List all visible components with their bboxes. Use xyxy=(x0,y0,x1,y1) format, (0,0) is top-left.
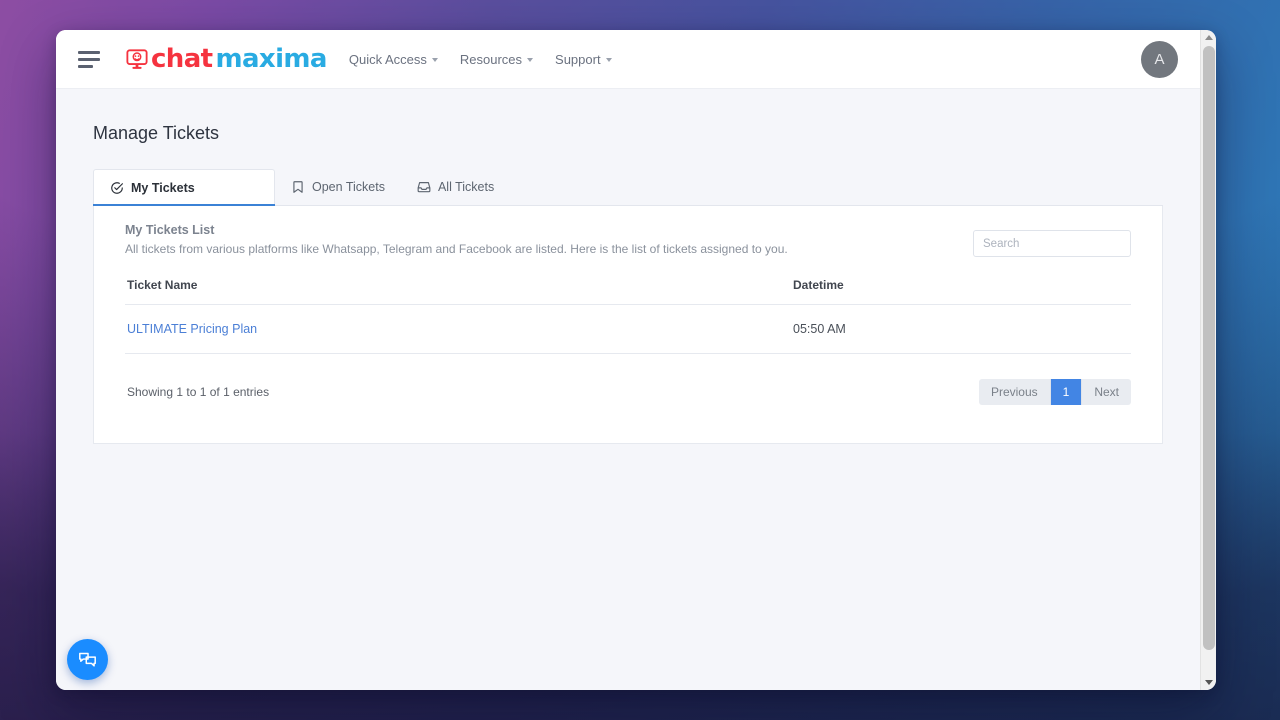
chevron-down-icon xyxy=(605,58,612,62)
main-content: Manage Tickets My Tickets Open Tickets A… xyxy=(56,89,1200,444)
scrollbar-thumb[interactable] xyxy=(1203,46,1215,650)
arrow-up-glyph xyxy=(1204,35,1213,40)
nav-links: Quick Access Resources Support xyxy=(349,52,612,67)
browser-window: chat maxima Quick Access Resources Suppor… xyxy=(56,30,1216,690)
tab-bar: My Tickets Open Tickets All Tickets xyxy=(93,169,1163,206)
logo-text-chat: chat xyxy=(151,44,213,74)
chat-widget-button[interactable] xyxy=(67,639,108,680)
chevron-down-icon xyxy=(527,58,534,62)
page-title: Manage Tickets xyxy=(93,123,220,143)
arrow-down-glyph xyxy=(1204,680,1213,685)
card-header-text: My Tickets List All tickets from various… xyxy=(125,223,788,256)
table-row: ULTIMATE Pricing Plan 05:50 AM xyxy=(125,304,1131,354)
tab-label: My Tickets xyxy=(131,180,195,195)
cell-datetime: 05:50 AM xyxy=(791,304,1131,354)
pagination-next-button[interactable]: Next xyxy=(1082,379,1131,405)
hamburger-menu-icon[interactable] xyxy=(78,50,104,68)
chevron-down-icon xyxy=(431,58,438,62)
nav-item-label: Quick Access xyxy=(348,51,427,67)
chat-bubbles-icon xyxy=(79,652,96,667)
pagination-page-1-button[interactable]: 1 xyxy=(1050,379,1083,405)
pagination-previous-button[interactable]: Previous xyxy=(978,379,1051,405)
table-header-row: Ticket Name Datetime xyxy=(125,278,1131,305)
table-footer: Showing 1 to 1 of 1 entries Previous 1 N… xyxy=(125,379,1131,405)
chatmaxima-logo[interactable]: chat maxima xyxy=(126,46,327,72)
check-circle-icon xyxy=(111,181,124,194)
chatmaxima-monitor-icon xyxy=(126,49,148,69)
nav-item-label: Support xyxy=(555,51,601,67)
tab-label: All Tickets xyxy=(437,180,495,194)
column-header-datetime[interactable]: Datetime xyxy=(791,278,1131,305)
search-input[interactable] xyxy=(973,230,1131,257)
cell-ticket-name: ULTIMATE Pricing Plan xyxy=(125,304,791,354)
nav-item-support[interactable]: Support xyxy=(555,52,612,67)
card-header: My Tickets List All tickets from various… xyxy=(125,223,1131,257)
avatar-initial: A xyxy=(1154,50,1165,68)
hamburger-line xyxy=(78,50,100,54)
tickets-table: Ticket Name Datetime ULTIMATE Pricing Pl… xyxy=(125,278,1131,354)
table-body: ULTIMATE Pricing Plan 05:50 AM xyxy=(125,304,1131,354)
nav-item-label: Resources xyxy=(459,51,523,67)
page-viewport: chat maxima Quick Access Resources Suppor… xyxy=(56,30,1200,690)
ticket-name-link[interactable]: ULTIMATE Pricing Plan xyxy=(127,322,257,336)
tab-all-tickets[interactable]: All Tickets xyxy=(401,169,510,205)
scroll-up-arrow-icon[interactable] xyxy=(1201,30,1216,45)
page-scrollbar[interactable] xyxy=(1200,30,1216,690)
logo-text-maxima: maxima xyxy=(215,44,328,74)
tab-open-tickets[interactable]: Open Tickets xyxy=(275,169,401,205)
tab-my-tickets[interactable]: My Tickets xyxy=(93,169,275,206)
tickets-card: My Tickets List All tickets from various… xyxy=(93,206,1163,444)
nav-item-resources[interactable]: Resources xyxy=(459,51,534,67)
nav-item-quick-access[interactable]: Quick Access xyxy=(349,52,438,67)
pagination: Previous 1 Next xyxy=(978,379,1131,405)
hamburger-line xyxy=(78,57,100,61)
scroll-down-arrow-icon[interactable] xyxy=(1201,675,1216,690)
inbox-icon xyxy=(417,182,431,193)
column-header-ticket-name[interactable]: Ticket Name xyxy=(125,278,791,305)
bookmark-icon xyxy=(293,181,303,193)
top-navbar: chat maxima Quick Access Resources Suppor… xyxy=(56,30,1200,89)
entries-info: Showing 1 to 1 of 1 entries xyxy=(127,385,270,399)
tab-label: Open Tickets xyxy=(312,180,385,194)
card-description: All tickets from various platforms like … xyxy=(125,242,788,256)
card-title: My Tickets List xyxy=(125,223,215,237)
user-avatar[interactable]: A xyxy=(1141,40,1178,78)
hamburger-line xyxy=(78,64,93,68)
table-head: Ticket Name Datetime xyxy=(125,278,1131,305)
